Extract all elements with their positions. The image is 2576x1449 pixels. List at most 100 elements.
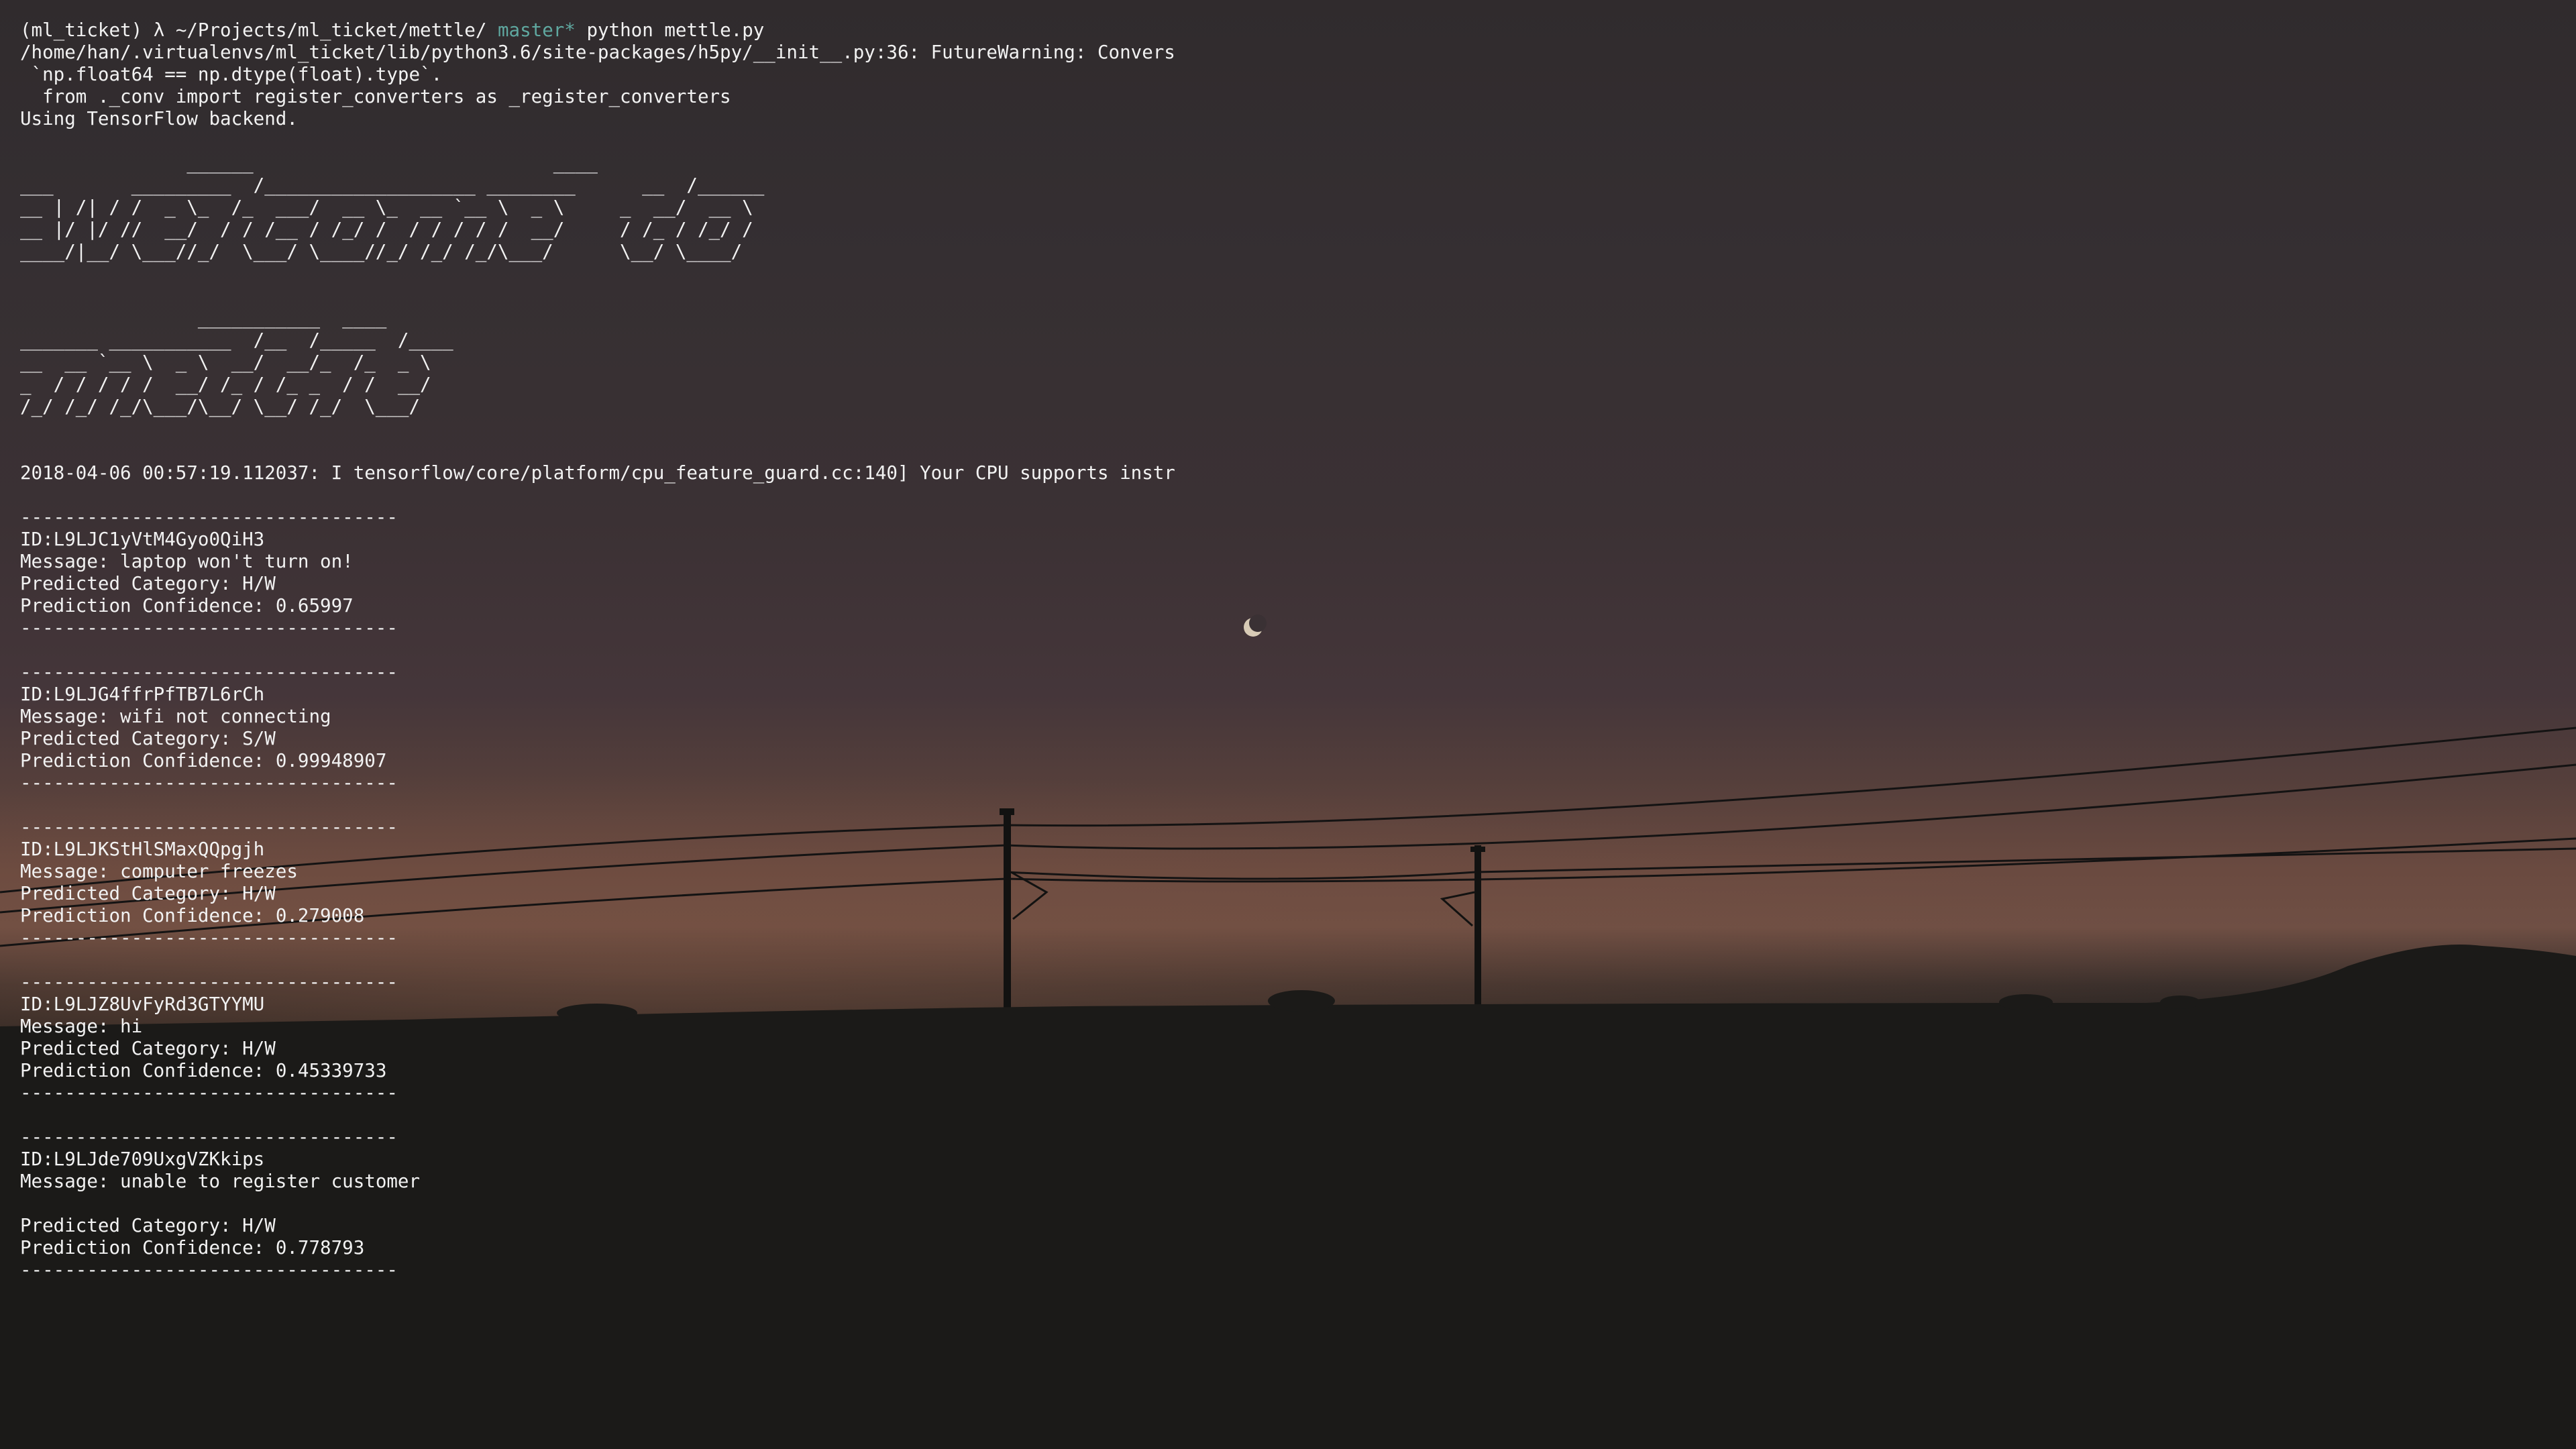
terminal-output[interactable]: (ml_ticket) λ ~/Projects/ml_ticket/mettl… <box>20 19 1496 1281</box>
banner-text: /_/ /_/ /_/\___/\__/ \__/ /_/ \___/ <box>20 396 421 417</box>
ticket-category-line: Predicted Category: S/W <box>20 728 1496 750</box>
banner-text: __ __ `__ \ _ \ __/ __/_ /_ _ \ <box>20 352 431 373</box>
warning-text: `np.float64 == np.dtype(float).type`. <box>20 64 443 85</box>
banner-text: ___ _________ /___________________ _____… <box>20 174 765 196</box>
ticket-confidence: 0.45339733 <box>275 1060 387 1081</box>
separator-line: ---------------------------------- <box>20 1082 1496 1104</box>
separator: ---------------------------------- <box>20 927 398 949</box>
ticket-category: H/W <box>242 573 276 594</box>
category-label: Predicted Category: <box>20 1038 243 1059</box>
ticket-message-line: Message: computer freezes <box>20 861 1496 883</box>
category-label: Predicted Category: <box>20 728 243 749</box>
message-label: Message: <box>20 1016 121 1037</box>
separator-line: ---------------------------------- <box>20 816 1496 839</box>
desktop-background: (ml_ticket) λ ~/Projects/ml_ticket/mettl… <box>0 0 2576 1449</box>
separator-line: ---------------------------------- <box>20 617 1496 639</box>
ticket-confidence-line: Prediction Confidence: 0.279008 <box>20 905 1496 927</box>
ticket-id-line: ID:L9LJKStHlSMaxQQpgjh <box>20 839 1496 861</box>
separator: ---------------------------------- <box>20 617 398 639</box>
ticket-id-line: ID:L9LJZ8UvFyRd3GTYYMU <box>20 994 1496 1016</box>
ticket-message-line: Message: wifi not connecting <box>20 706 1496 728</box>
banner-text: ___________ ____ <box>20 307 387 329</box>
separator-line: ---------------------------------- <box>20 1126 1496 1148</box>
category-label: Predicted Category: <box>20 1215 243 1236</box>
separator-line: ---------------------------------- <box>20 1259 1496 1281</box>
ticket-message: wifi not connecting <box>120 706 331 727</box>
banner-mettle-line: _______ ___________ /__ /_____ /____ <box>20 329 1496 352</box>
category-label: Predicted Category: <box>20 883 243 904</box>
banner-welcome-line: ____/|__/ \___//_/ \___/ \____//_/ /_/ /… <box>20 241 1496 263</box>
confidence-label: Prediction Confidence: <box>20 750 276 771</box>
ticket-category: H/W <box>242 883 276 904</box>
banner-text: ______ ____ <box>20 152 598 174</box>
warning-line: `np.float64 == np.dtype(float).type`. <box>20 64 1496 86</box>
separator: ---------------------------------- <box>20 506 398 528</box>
warning-line: from ._conv import register_converters a… <box>20 86 1496 108</box>
ticket-id: ID:L9LJG4ffrPfTB7L6rCh <box>20 684 265 705</box>
ticket-category: H/W <box>242 1215 276 1236</box>
warning-text: Using TensorFlow backend. <box>20 108 298 129</box>
prompt-path: ~/Projects/ml_ticket/mettle/ <box>175 19 487 41</box>
separator-line: ---------------------------------- <box>20 506 1496 529</box>
banner-welcome-line: ___ _________ /___________________ _____… <box>20 174 1496 197</box>
message-label: Message: <box>20 551 121 572</box>
ticket-category-line: Predicted Category: H/W <box>20 1215 1496 1237</box>
separator: ---------------------------------- <box>20 1259 398 1281</box>
confidence-label: Prediction Confidence: <box>20 1237 276 1258</box>
banner-mettle-line: _ / / / / / __/ /_ / /_ _ / / __/ <box>20 374 1496 396</box>
ticket-id: ID:L9LJC1yVtM4Gyo0QiH3 <box>20 529 265 550</box>
separator-line: ---------------------------------- <box>20 772 1496 794</box>
banner-mettle-line: __ __ `__ \ _ \ __/ __/_ /_ _ \ <box>20 352 1496 374</box>
ticket-confidence-line: Prediction Confidence: 0.45339733 <box>20 1060 1496 1082</box>
ticket-confidence: 0.65997 <box>275 595 354 616</box>
banner-text: __ | /| / / _ \_ /_ ___/ __ \_ __ `__ \ … <box>20 197 753 218</box>
category-label: Predicted Category: <box>20 573 243 594</box>
banner-welcome-line: ______ ____ <box>20 152 1496 174</box>
prompt-line: (ml_ticket) λ ~/Projects/ml_ticket/mettl… <box>20 19 1496 42</box>
ticket-id-line: ID:L9LJC1yVtM4Gyo0QiH3 <box>20 529 1496 551</box>
banner-mettle-line: /_/ /_/ /_/\___/\__/ \__/ /_/ \___/ <box>20 396 1496 418</box>
warning-text: /home/han/.virtualenvs/ml_ticket/lib/pyt… <box>20 42 1175 63</box>
ticket-message-line: Message: hi <box>20 1016 1496 1038</box>
banner-text: __ |/ |/ // __/ / / /__ / /_/ / / / / / … <box>20 219 753 240</box>
ticket-id-line: ID:L9LJG4ffrPfTB7L6rCh <box>20 684 1496 706</box>
confidence-label: Prediction Confidence: <box>20 905 276 926</box>
ticket-category: H/W <box>242 1038 276 1059</box>
warning-line: /home/han/.virtualenvs/ml_ticket/lib/pyt… <box>20 42 1496 64</box>
ticket-message: laptop won't turn on! <box>120 551 354 572</box>
ticket-confidence: 0.279008 <box>275 905 365 926</box>
ticket-category: S/W <box>242 728 276 749</box>
ticket-id-line: ID:L9LJde709UxgVZKkips <box>20 1148 1496 1171</box>
ticket-category-line: Predicted Category: H/W <box>20 883 1496 905</box>
confidence-label: Prediction Confidence: <box>20 595 276 616</box>
tensorflow-log-line: 2018-04-06 00:57:19.112037: I tensorflow… <box>20 462 1496 484</box>
ticket-message: computer freezes <box>120 861 298 882</box>
separator: ---------------------------------- <box>20 1082 398 1104</box>
message-label: Message: <box>20 706 121 727</box>
ticket-message: unable to register customer <box>120 1171 421 1192</box>
ticket-confidence: 0.778793 <box>275 1237 365 1258</box>
ticket-message: hi <box>120 1016 143 1037</box>
warning-text: from ._conv import register_converters a… <box>20 86 731 107</box>
banner-welcome-line: __ |/ |/ // __/ / / /__ / /_/ / / / / / … <box>20 219 1496 241</box>
prompt-command: python mettle.py <box>586 19 765 41</box>
ticket-category-line: Predicted Category: H/W <box>20 1038 1496 1060</box>
ticket-id: ID:L9LJde709UxgVZKkips <box>20 1148 265 1170</box>
ticket-message-line: Message: unable to register customer <box>20 1171 1496 1193</box>
prompt-env: (ml_ticket) <box>20 19 143 41</box>
warning-line: Using TensorFlow backend. <box>20 108 1496 130</box>
separator-line: ---------------------------------- <box>20 661 1496 684</box>
ticket-message-line: Message: laptop won't turn on! <box>20 551 1496 573</box>
message-label: Message: <box>20 861 121 882</box>
confidence-label: Prediction Confidence: <box>20 1060 276 1081</box>
separator: ---------------------------------- <box>20 971 398 993</box>
